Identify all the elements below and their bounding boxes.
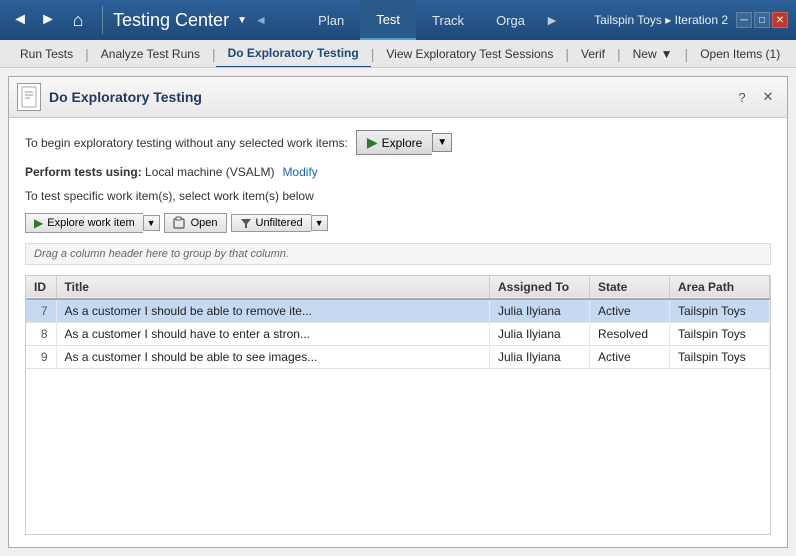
drag-hint: Drag a column header here to group by th… [25, 243, 771, 265]
table-row[interactable]: 7 As a customer I should be able to remo… [26, 299, 770, 323]
open-icon [173, 216, 187, 230]
dialog-header-right: ? ✕ [731, 86, 779, 108]
cell-title: As a customer I should have to enter a s… [56, 323, 490, 346]
filter-dropdown-button[interactable]: ▼ [311, 215, 328, 231]
nav-tab-orga[interactable]: Orga [480, 0, 541, 40]
tab-do-exploratory[interactable]: Do Exploratory Testing [216, 40, 371, 68]
explore-dropdown-button[interactable]: ▼ [432, 133, 452, 152]
dialog-close-button[interactable]: ✕ [757, 86, 779, 108]
workspace-info: Tailspin Toys ▸ Iteration 2 [594, 13, 728, 27]
title-bar-right: Tailspin Toys ▸ Iteration 2 ─ □ ✕ [594, 12, 788, 28]
nav-tab-test[interactable]: Test [360, 0, 416, 40]
minimize-button[interactable]: ─ [736, 12, 752, 28]
cell-area: Tailspin Toys [670, 346, 770, 369]
cell-area: Tailspin Toys [670, 323, 770, 346]
home-button[interactable]: ⌂ [64, 6, 92, 34]
title-bar-left: ◄ ► ⌂ Testing Center ▼ ◄ [8, 6, 271, 34]
separator [102, 6, 103, 34]
filter-button-group: Unfiltered ▼ [231, 214, 328, 232]
app-title-dropdown[interactable]: ▼ [237, 15, 247, 26]
work-items-table[interactable]: ID Title Assigned To State Area Path 7 A… [25, 275, 771, 535]
tab-view-sessions[interactable]: View Exploratory Test Sessions [374, 40, 565, 68]
tab-analyze-runs[interactable]: Analyze Test Runs [89, 40, 212, 68]
col-assigned: Assigned To [490, 276, 590, 299]
cell-state: Active [590, 346, 670, 369]
table-body: 7 As a customer I should be able to remo… [26, 299, 770, 369]
explore-work-item-dropdown[interactable]: ▼ [143, 215, 160, 231]
col-state: State [590, 276, 670, 299]
begin-testing-text: To begin exploratory testing without any… [25, 136, 348, 150]
new-button[interactable]: New ▼ [621, 40, 685, 68]
new-dropdown-icon: ▼ [661, 47, 673, 61]
modify-link[interactable]: Modify [282, 165, 317, 179]
cell-id: 9 [26, 346, 56, 369]
perform-label: Perform tests using: [25, 165, 142, 179]
cell-id: 7 [26, 299, 56, 323]
col-id: ID [26, 276, 56, 299]
close-button[interactable]: ✕ [772, 12, 788, 28]
cell-area: Tailspin Toys [670, 299, 770, 323]
help-button[interactable]: ? [731, 86, 753, 108]
maximize-button[interactable]: □ [754, 12, 770, 28]
main-content: Do Exploratory Testing ? ✕ To begin expl… [0, 68, 796, 556]
new-label: New [633, 47, 657, 61]
cell-title: As a customer I should be able to see im… [56, 346, 490, 369]
dialog-header: Do Exploratory Testing ? ✕ [9, 77, 787, 118]
dialog-title-left: Do Exploratory Testing [17, 83, 202, 111]
cell-assigned: Julia Ilyiana [490, 323, 590, 346]
explore-main-button[interactable]: ▶ Explore [356, 130, 432, 155]
test-specific-line: To test specific work item(s), select wo… [25, 189, 771, 203]
table-header: ID Title Assigned To State Area Path [26, 276, 770, 299]
dialog-body: To begin exploratory testing without any… [9, 118, 787, 547]
dialog-title: Do Exploratory Testing [49, 89, 202, 105]
col-area: Area Path [670, 276, 770, 299]
open-label: Open [191, 217, 218, 229]
explore-work-item-label: Explore work item [47, 217, 134, 229]
explore-work-item-group: ▶ Explore work item ▼ [25, 213, 160, 233]
nav-tab-plan[interactable]: Plan [302, 0, 360, 40]
begin-testing-row: To begin exploratory testing without any… [25, 130, 771, 155]
cell-assigned: Julia Ilyiana [490, 299, 590, 323]
col-title: Title [56, 276, 490, 299]
nav-tab-track[interactable]: Track [416, 0, 480, 40]
cell-state: Active [590, 299, 670, 323]
cell-assigned: Julia Ilyiana [490, 346, 590, 369]
toolbar-row: ▶ Explore work item ▼ Open [25, 213, 771, 233]
explore-label: Explore [382, 136, 423, 150]
title-bar: ◄ ► ⌂ Testing Center ▼ ◄ Plan Test Track… [0, 0, 796, 40]
table-row[interactable]: 8 As a customer I should have to enter a… [26, 323, 770, 346]
open-button[interactable]: Open [164, 213, 227, 233]
explore-button-group: ▶ Explore ▼ [356, 130, 452, 155]
window-controls: ─ □ ✕ [736, 12, 788, 28]
explore-work-item-button[interactable]: ▶ Explore work item [25, 213, 143, 233]
perform-tests-row: Perform tests using: Local machine (VSAL… [25, 165, 771, 179]
play-icon: ▶ [367, 134, 378, 151]
cell-id: 8 [26, 323, 56, 346]
nav-separator: ◄ [251, 13, 271, 27]
machine-value: Local machine (VSALM) [145, 165, 274, 179]
title-bar-nav: Plan Test Track Orga ► [302, 0, 563, 40]
dialog-icon [17, 83, 41, 111]
tab-run-tests[interactable]: Run Tests [8, 40, 85, 68]
forward-button[interactable]: ► [36, 8, 60, 32]
filter-main-button[interactable]: Unfiltered [231, 214, 311, 232]
items-table: ID Title Assigned To State Area Path 7 A… [26, 276, 770, 369]
explore-play-icon: ▶ [34, 216, 43, 230]
dialog-panel: Do Exploratory Testing ? ✕ To begin expl… [8, 76, 788, 548]
filter-icon [240, 217, 252, 229]
cell-title: As a customer I should be able to remove… [56, 299, 490, 323]
tab-verif[interactable]: Verif [569, 40, 617, 68]
table-row[interactable]: 9 As a customer I should be able to see … [26, 346, 770, 369]
perform-tests-text: Perform tests using: Local machine (VSAL… [25, 165, 274, 179]
cell-state: Resolved [590, 323, 670, 346]
filter-label: Unfiltered [256, 217, 303, 229]
back-button[interactable]: ◄ [8, 8, 32, 32]
app-title: Testing Center [113, 10, 229, 31]
secondary-nav: Run Tests | Analyze Test Runs | Do Explo… [0, 40, 796, 68]
nav-chevron: ► [541, 12, 563, 28]
open-items-button[interactable]: Open Items (1) [688, 40, 792, 68]
